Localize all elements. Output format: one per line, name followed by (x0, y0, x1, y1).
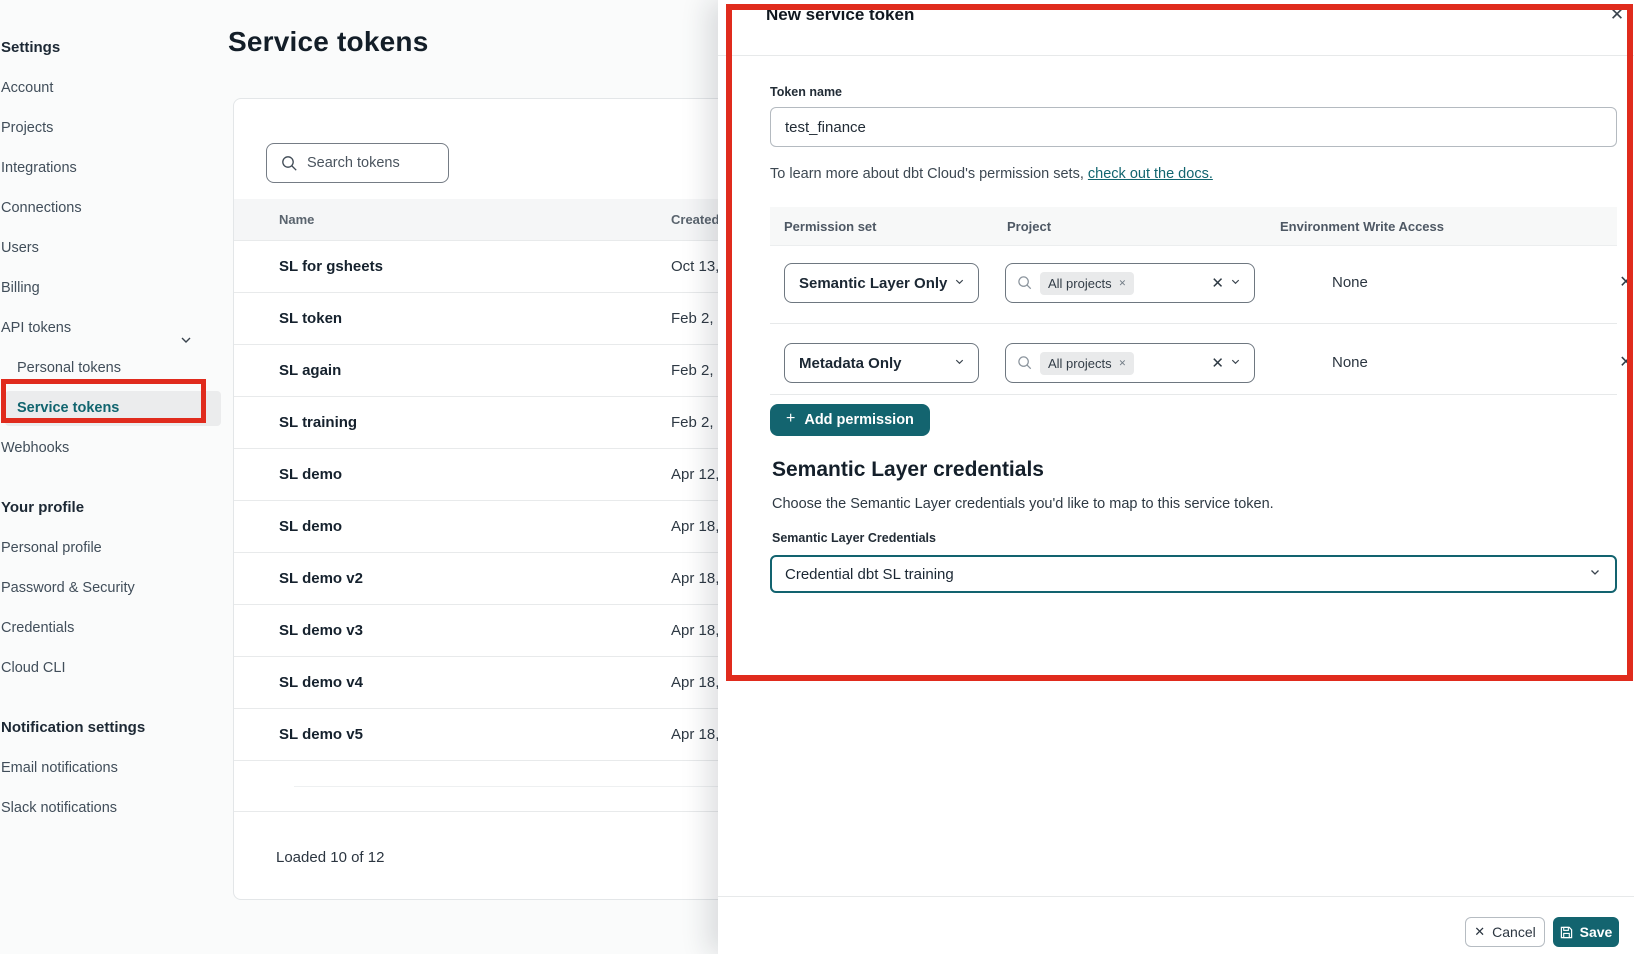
project-multiselect[interactable]: All projects ✕ ✕ (1005, 343, 1255, 383)
search-icon (281, 155, 298, 172)
project-multiselect[interactable]: All projects ✕ ✕ (1005, 263, 1255, 303)
new-service-token-drawer: New service token ✕ Token name To learn … (718, 0, 1634, 954)
sidebar-item-personal-profile[interactable]: Personal profile (0, 528, 224, 568)
sidebar-heading-your-profile: Your profile (0, 488, 224, 528)
column-header-permission-set: Permission set (784, 207, 877, 246)
chevron-down-icon (1589, 565, 1601, 583)
search-icon (1017, 355, 1033, 371)
sidebar-item-projects[interactable]: Projects (0, 108, 224, 148)
sidebar-item-label: Service tokens (1, 400, 119, 416)
permission-row: Metadata Only All projects ✕ ✕ None ✕ (770, 343, 1617, 383)
sidebar-item-api-tokens[interactable]: API tokens (0, 308, 224, 348)
permissions-bottom-divider (770, 394, 1617, 395)
sidebar-item-connections[interactable]: Connections (0, 188, 224, 228)
search-tokens-box[interactable] (266, 143, 449, 183)
sidebar-heading-settings: Settings (0, 28, 224, 68)
drawer-footer-divider (718, 896, 1634, 897)
chevron-down-icon (954, 354, 965, 372)
sidebar-item-account[interactable]: Account (0, 68, 224, 108)
save-icon (1560, 926, 1580, 939)
semantic-layer-credentials-heading: Semantic Layer credentials (772, 458, 1044, 482)
sidebar-heading-notification-settings: Notification settings (0, 708, 224, 748)
sidebar-item-billing[interactable]: Billing (0, 268, 224, 308)
permission-set-dropdown[interactable]: Metadata Only (784, 343, 979, 383)
permission-row: Semantic Layer Only All projects ✕ ✕ Non… (770, 263, 1617, 303)
token-name-cell: SL demo (279, 449, 342, 501)
drawer-title: New service token (766, 5, 914, 25)
env-write-access-value: None (1332, 343, 1368, 383)
token-name-cell: SL for gsheets (279, 241, 383, 293)
sidebar-item-cloud-cli[interactable]: Cloud CLI (0, 648, 224, 688)
sidebar-item-label: API tokens (1, 320, 71, 336)
token-name-cell: SL token (279, 293, 342, 345)
selected-credential-value: Credential dbt SL training (772, 566, 1589, 583)
clear-selection-icon[interactable]: ✕ (1205, 354, 1230, 372)
token-name-cell: SL training (279, 397, 357, 449)
semantic-layer-credentials-label: Semantic Layer Credentials (772, 531, 936, 545)
search-input[interactable] (307, 155, 437, 171)
token-name-cell: SL demo v4 (279, 657, 363, 709)
token-name-label: Token name (770, 85, 842, 99)
permissions-header-row: Permission set Project Environment Write… (770, 207, 1617, 246)
page: Settings Account Projects Integrations C… (0, 0, 1634, 954)
remove-permission-icon[interactable]: ✕ (1615, 263, 1634, 303)
permission-set-dropdown[interactable]: Semantic Layer Only (784, 263, 979, 303)
remove-permission-icon[interactable]: ✕ (1615, 343, 1634, 383)
add-permission-label: Add permission (804, 412, 914, 428)
token-name-input[interactable] (770, 107, 1617, 147)
chevron-down-icon (1230, 354, 1241, 372)
token-name-cell: SL demo v5 (279, 709, 363, 761)
sidebar-item-password-security[interactable]: Password & Security (0, 568, 224, 608)
sidebar-item-integrations[interactable]: Integrations (0, 148, 224, 188)
column-header-name: Name (279, 199, 314, 241)
token-name-cell: SL again (279, 345, 341, 397)
docs-hint-prefix: To learn more about dbt Cloud's permissi… (770, 166, 1088, 182)
save-label: Save (1580, 924, 1613, 940)
close-icon: ✕ (1474, 924, 1485, 940)
token-name-cell: SL demo v3 (279, 605, 363, 657)
sidebar-item-webhooks[interactable]: Webhooks (0, 428, 224, 468)
sidebar-item-service-tokens[interactable]: Service tokens (0, 388, 224, 428)
chevron-down-icon (954, 274, 965, 292)
token-name-cell: SL demo (279, 501, 342, 553)
save-button[interactable]: Save (1553, 917, 1619, 947)
sidebar-item-users[interactable]: Users (0, 228, 224, 268)
loaded-count-text: Loaded 10 of 12 (276, 849, 384, 866)
add-permission-button[interactable]: + Add permission (770, 404, 930, 436)
column-header-project: Project (1007, 207, 1051, 246)
close-icon[interactable]: ✕ (1604, 2, 1630, 28)
cancel-label: Cancel (1492, 924, 1536, 940)
project-chip[interactable]: All projects ✕ (1040, 352, 1134, 375)
semantic-layer-credentials-description: Choose the Semantic Layer credentials yo… (772, 496, 1274, 512)
sidebar-item-personal-tokens[interactable]: Personal tokens (0, 348, 224, 388)
semantic-layer-credentials-select[interactable]: Credential dbt SL training (770, 555, 1617, 593)
clear-selection-icon[interactable]: ✕ (1205, 274, 1230, 292)
token-name-cell: SL demo v2 (279, 553, 363, 605)
cancel-button[interactable]: ✕ Cancel (1465, 917, 1545, 947)
permission-set-value: Semantic Layer Only (785, 275, 954, 292)
chevron-down-icon (1230, 274, 1241, 292)
chip-remove-icon[interactable]: ✕ (1119, 358, 1127, 369)
column-header-env-write-access: Environment Write Access (1280, 207, 1444, 246)
plus-icon: + (786, 410, 795, 428)
sidebar-item-email-notifications[interactable]: Email notifications (0, 748, 224, 788)
permission-set-value: Metadata Only (785, 355, 954, 372)
search-icon (1017, 275, 1033, 291)
chip-remove-icon[interactable]: ✕ (1119, 278, 1127, 289)
page-title: Service tokens (228, 26, 428, 58)
sidebar-item-slack-notifications[interactable]: Slack notifications (0, 788, 224, 828)
settings-sidebar: Settings Account Projects Integrations C… (0, 0, 224, 954)
project-chip[interactable]: All projects ✕ (1040, 272, 1134, 295)
docs-hint-text: To learn more about dbt Cloud's permissi… (770, 166, 1213, 182)
permission-row-divider (770, 323, 1617, 324)
drawer-title-divider (718, 55, 1634, 56)
sidebar-item-credentials[interactable]: Credentials (0, 608, 224, 648)
env-write-access-value: None (1332, 263, 1368, 303)
project-chip-label: All projects (1048, 356, 1112, 371)
column-header-created: Created (671, 199, 719, 241)
docs-link[interactable]: check out the docs. (1088, 166, 1213, 182)
project-chip-label: All projects (1048, 276, 1112, 291)
